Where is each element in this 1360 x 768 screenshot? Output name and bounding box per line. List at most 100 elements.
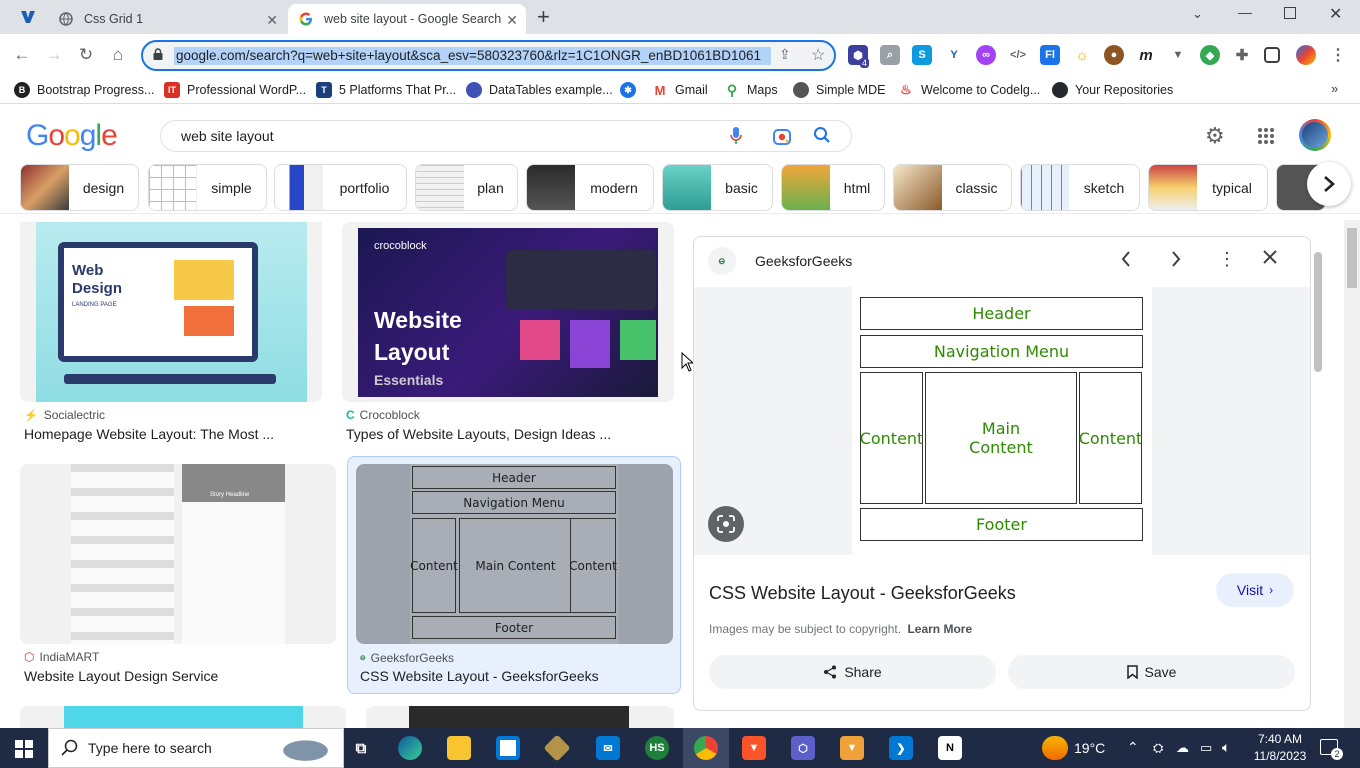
prev-arrow-icon[interactable] bbox=[1120, 249, 1132, 272]
forward-icon[interactable]: → bbox=[43, 44, 65, 66]
bookmark-item[interactable]: Simple MDE bbox=[793, 82, 885, 98]
close-window-icon[interactable]: ✕ bbox=[1329, 4, 1342, 24]
tray-chevron-icon[interactable]: ⌃ bbox=[1127, 739, 1139, 756]
result-title[interactable]: CSS Website Layout - GeeksforGeeks bbox=[360, 668, 599, 684]
result-image[interactable]: Header Navigation Menu Content Main Cont… bbox=[356, 464, 673, 644]
profile-avatar[interactable] bbox=[1296, 45, 1316, 65]
bookmark-item[interactable]: IT Professional WordP... bbox=[164, 82, 306, 98]
lens-search-button[interactable] bbox=[708, 506, 744, 542]
bookmark-item[interactable]: ⚲ Maps bbox=[724, 82, 778, 98]
weather-temp[interactable]: 19°C bbox=[1074, 740, 1105, 756]
new-tab-button[interactable]: + bbox=[537, 4, 550, 30]
bookmark-item[interactable]: Your Repositories bbox=[1052, 82, 1173, 98]
brave-icon[interactable]: ▼ bbox=[742, 736, 766, 760]
search-box[interactable]: web site layout bbox=[160, 120, 852, 152]
extension-sun-icon[interactable]: ☼ bbox=[1072, 45, 1092, 65]
extensions-puzzle-icon[interactable]: ✚ bbox=[1232, 45, 1252, 65]
panel-title[interactable]: CSS Website Layout - GeeksforGeeks bbox=[709, 583, 1016, 604]
onedrive-icon[interactable]: ☁ bbox=[1176, 740, 1189, 756]
chip-plan[interactable]: plan bbox=[415, 164, 518, 211]
account-avatar[interactable] bbox=[1299, 119, 1331, 151]
panel-source[interactable]: GeeksforGeeks bbox=[755, 253, 852, 269]
edge-icon[interactable] bbox=[398, 736, 422, 760]
menu-dots-icon[interactable]: ⋮ bbox=[1328, 45, 1348, 65]
learn-more-link[interactable]: Learn More bbox=[907, 622, 972, 636]
side-panel-icon[interactable] bbox=[1264, 47, 1280, 63]
microphone-icon[interactable] bbox=[729, 126, 743, 149]
bookmark-star-icon[interactable]: ☆ bbox=[811, 45, 825, 65]
chip-portfolio[interactable]: portfolio bbox=[274, 164, 407, 211]
close-tab-icon[interactable]: ✕ bbox=[266, 12, 278, 29]
extension-y-icon[interactable]: Y bbox=[944, 45, 964, 65]
chip-design[interactable]: design bbox=[20, 164, 139, 211]
result-title[interactable]: Website Layout Design Service bbox=[24, 668, 218, 684]
page-scrollbar[interactable] bbox=[1344, 220, 1360, 728]
reload-icon[interactable]: ↻ bbox=[75, 44, 97, 66]
extension-fi-icon[interactable]: Fl bbox=[1040, 45, 1060, 65]
result-title[interactable]: Homepage Website Layout: The Most ... bbox=[24, 426, 274, 442]
hs-app-icon[interactable]: HS bbox=[645, 736, 669, 760]
extension-code-icon[interactable]: </> bbox=[1008, 45, 1028, 65]
panel-scroll-thumb[interactable] bbox=[1314, 252, 1322, 372]
weather-icon[interactable] bbox=[1042, 736, 1068, 760]
tab-google-search[interactable]: web site layout - Google Search ✕ bbox=[288, 4, 526, 34]
url-text[interactable]: google.com/search?q=web+site+layout&sca_… bbox=[174, 47, 771, 65]
settings-gear-icon[interactable]: ⚙ bbox=[1205, 123, 1225, 149]
extension-v-icon[interactable]: ▼ bbox=[1168, 45, 1188, 65]
lock-icon[interactable] bbox=[153, 48, 163, 60]
chip-basic[interactable]: basic bbox=[662, 164, 773, 211]
result-image[interactable] bbox=[20, 706, 346, 728]
preview-image-frame[interactable]: Header Navigation Menu Content Main Cont… bbox=[694, 287, 1310, 555]
result-image[interactable]: Story Headline bbox=[20, 464, 336, 644]
search-input[interactable]: web site layout bbox=[181, 128, 274, 144]
volume-icon[interactable]: 🔈︎ bbox=[1222, 739, 1230, 756]
notion-icon[interactable]: N bbox=[938, 736, 962, 760]
bookmark-item[interactable]: B Bootstrap Progress... bbox=[14, 82, 154, 98]
restore-icon[interactable] bbox=[1284, 7, 1296, 19]
share-button[interactable]: Share bbox=[709, 655, 996, 689]
extension-search-icon[interactable]: ⌕ bbox=[880, 45, 900, 65]
windows-start-icon[interactable] bbox=[15, 740, 33, 761]
extension-cookie-icon[interactable]: ● bbox=[1104, 45, 1124, 65]
extension-s-icon[interactable]: S bbox=[912, 45, 932, 65]
bookmark-item[interactable]: M Gmail bbox=[652, 82, 708, 98]
tray-device-icon[interactable]: ⛭ bbox=[1153, 740, 1163, 756]
result-image[interactable]: Web Design LANDING PAGE bbox=[20, 222, 322, 402]
home-icon[interactable]: ⌂ bbox=[107, 44, 129, 66]
result-image[interactable]: crocoblock Website Layout Essentials bbox=[342, 222, 674, 402]
result-title[interactable]: Types of Website Layouts, Design Ideas .… bbox=[346, 426, 611, 442]
mail-icon[interactable]: ✉ bbox=[596, 736, 620, 760]
chips-next-button[interactable] bbox=[1307, 162, 1351, 206]
task-view-icon[interactable]: ⧉ bbox=[349, 736, 373, 760]
extension-globe-icon[interactable]: ◆ bbox=[1200, 45, 1220, 65]
extension-m-icon[interactable]: m bbox=[1136, 45, 1156, 65]
visit-button[interactable]: Visit › bbox=[1216, 573, 1294, 607]
share-page-icon[interactable]: ⇪ bbox=[779, 46, 791, 63]
browser-logo-icon[interactable] bbox=[18, 7, 38, 27]
more-bookmarks-icon[interactable]: » bbox=[1331, 81, 1338, 96]
lens-camera-icon[interactable] bbox=[772, 127, 792, 150]
chip-classic[interactable]: classic bbox=[893, 164, 1012, 211]
close-tab-icon[interactable]: ✕ bbox=[506, 12, 518, 29]
bookmark-item[interactable]: ♨ Welcome to Codelg... bbox=[898, 82, 1040, 98]
chip-modern[interactable]: modern bbox=[526, 164, 654, 211]
save-button[interactable]: Save bbox=[1008, 655, 1295, 689]
tab-css-grid[interactable]: Css Grid 1 ✕ bbox=[48, 4, 286, 34]
network-icon[interactable]: ▭ bbox=[1200, 740, 1212, 756]
extension-chat-icon[interactable]: ∞ bbox=[976, 45, 996, 65]
minimize-icon[interactable]: — bbox=[1238, 4, 1252, 20]
chrome-icon[interactable] bbox=[694, 736, 718, 760]
chip-sketch[interactable]: sketch bbox=[1020, 164, 1140, 211]
chip-typical[interactable]: typical bbox=[1148, 164, 1268, 211]
panel-scrollbar[interactable] bbox=[1311, 240, 1325, 708]
google-logo[interactable]: Google bbox=[26, 119, 118, 153]
bookmark-item[interactable]: ✱ bbox=[620, 82, 643, 98]
address-bar[interactable]: google.com/search?q=web+site+layout&sca_… bbox=[141, 40, 836, 71]
close-panel-icon[interactable] bbox=[1262, 249, 1278, 268]
more-options-icon[interactable]: ⋮ bbox=[1218, 249, 1236, 270]
next-arrow-icon[interactable] bbox=[1170, 249, 1182, 272]
app-hexagon-icon[interactable]: ⬡ bbox=[791, 736, 815, 760]
apps-grid-icon[interactable] bbox=[1257, 127, 1275, 148]
chip-simple[interactable]: simple bbox=[148, 164, 267, 211]
clock[interactable]: 7:40 AM 11/8/2023 bbox=[1252, 731, 1308, 765]
